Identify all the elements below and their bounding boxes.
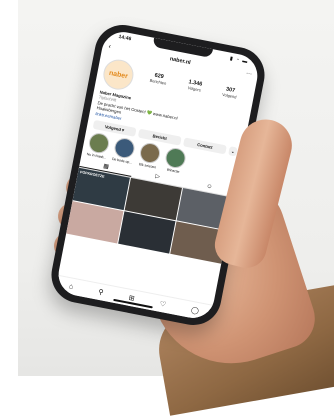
home-icon[interactable]: ⌂	[68, 283, 73, 291]
highlight-item[interactable]: Elk seizoen	[136, 141, 162, 170]
profile-icon[interactable]: ◯	[190, 306, 199, 315]
status-time: 14:46	[118, 34, 132, 43]
avatar[interactable]: naber	[100, 57, 137, 93]
more-icon[interactable]: ⋯	[245, 70, 252, 78]
stat-posts[interactable]: 629 Berichten	[149, 72, 168, 86]
highlight-cover	[87, 131, 111, 155]
highlight-item[interactable]: Winactie	[162, 146, 188, 175]
highlight-cover	[138, 141, 162, 165]
search-icon[interactable]: ⚲	[98, 288, 105, 297]
highlight-item[interactable]: De bode op...	[111, 136, 137, 165]
highlight-item[interactable]: Nu in Naab...	[85, 131, 111, 160]
activity-icon[interactable]: ♡	[159, 300, 167, 309]
stat-followers[interactable]: 1.346 Volgers	[187, 79, 202, 92]
status-icons: ▮ ◔ ▬	[229, 55, 249, 66]
stat-following[interactable]: 307 Volgend	[222, 86, 238, 99]
highlight-cover	[112, 136, 137, 160]
highlight-cover	[163, 146, 188, 170]
post-caption: POPKROETZE	[79, 170, 105, 179]
avatar-logo-text: naber	[108, 69, 129, 80]
